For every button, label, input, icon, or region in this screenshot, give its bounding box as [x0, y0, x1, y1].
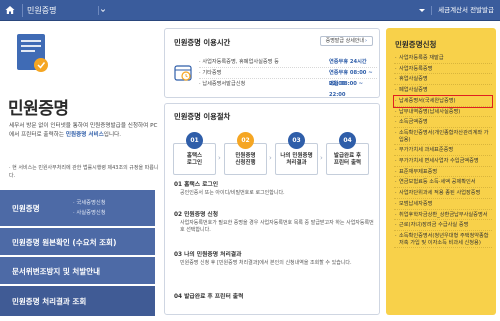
chevron-right-icon: › — [218, 154, 221, 162]
hours-value-label: 연중무휴 — [329, 70, 349, 76]
apply-list: 사업자등록증 재발급 사업자등록증명 휴업사실증명 폐업사실증명 납세증명서(국… — [393, 53, 493, 249]
procedure-detail: 01 홈택스 로그인 공인인증서 또는 아이디/비밀번호로 로그인합니다. — [174, 179, 374, 197]
hours-panel: 민원증명 이용시간 증명발급 상세안내› 사업자등록증명, 휴폐업사실증명 등 … — [164, 28, 380, 98]
intro-description: 세무서 방문 없이 인터넷을 통하여 민원증명발급을 신청하여 PC에서 프린터… — [9, 122, 159, 140]
apply-item[interactable]: 부가가치세 과세표준증명 — [394, 145, 492, 157]
detail-desc: 사업자등록번호가 필요한 증명을 경우 사업자등록번호 목록 중 발급받고자 하… — [180, 220, 374, 233]
detail-desc: 공인인증서 또는 아이디/비밀번호로 로그인합니다. — [180, 190, 285, 196]
procedure-detail: 04 발급완료 후 프린터 출력 — [174, 291, 374, 300]
apply-item[interactable]: 사업자등록증명 — [394, 64, 492, 75]
procedure-step: 02 민원증명 신청진행 — [224, 132, 267, 175]
procedure-detail: 02 민원증명 신청 사업자등록번호가 필요한 증명을 경우 사업자등록번호 목… — [174, 209, 374, 234]
step-line: 민원증명 — [235, 153, 256, 159]
divider — [431, 5, 433, 15]
hours-key: 기타증명 — [199, 68, 221, 79]
nav-item-forgery-prevention[interactable]: 문서위변조방지 및 처발안내 — [0, 257, 155, 284]
detail-desc: 민원증명 신청 후 [민원증명 처리결과]에서 본인의 신청내역을 조회할 수 … — [180, 260, 352, 266]
apply-item[interactable]: 부가가치세 면세사업자 수입금액증명 — [394, 156, 492, 167]
nav-item-original-check[interactable]: 민원증명 원본확인 (수요처 조회) — [0, 228, 155, 255]
nav-label: 민원증명 처리결과 조회 — [12, 297, 87, 306]
chevron-right-icon: › — [269, 154, 272, 162]
step-line: 프린터 출력 — [333, 160, 362, 166]
apply-item[interactable]: 모범납세자증명 — [394, 199, 492, 210]
certificate-document-icon — [17, 34, 48, 72]
hours-value-time: 24시간 — [349, 59, 367, 65]
page-title: 민원증명 — [8, 99, 69, 119]
step-number: 03 — [288, 132, 305, 149]
hours-list: 사업자등록증명, 휴폐업사실증명 등 연중무휴 24시간 기타증명 연중무휴 0… — [199, 57, 377, 98]
hours-value: 매일 08:00 ~ 22:00 — [329, 79, 377, 101]
apply-item[interactable]: 휴업사실증명 — [394, 74, 492, 86]
step-line: 처리결과 — [286, 160, 307, 166]
hours-key: 납세증명서발급신청 — [199, 79, 245, 90]
apply-item[interactable]: 취업후학자금상환_상환금납부사실증명서 — [394, 210, 492, 221]
procedure-step: 04 발급완료 후 프린터 출력 — [326, 132, 369, 175]
home-icon[interactable] — [5, 5, 15, 15]
step-line: 로그인 — [186, 160, 203, 166]
tax-invoice-link[interactable]: 세금계산서 전발발급 — [416, 5, 494, 16]
issue-detail-label: 증명발급 상세안내 — [325, 38, 364, 44]
nav-subitem-fact[interactable]: 사실증명신청 — [73, 208, 105, 218]
intro-text-end: 입니다. — [103, 132, 122, 138]
apply-item[interactable]: 연금보험료등 소득·세액 공제확인서 — [394, 177, 492, 189]
nav-item-result-inquiry[interactable]: 민원증명 처리결과 조회 — [0, 286, 155, 316]
nav-subitems: 국세증명신청 사실증명신청 — [73, 198, 105, 218]
apply-item-highlighted[interactable]: 납세증명서(국세완납증명) — [393, 94, 493, 108]
intro-highlight: 민원증명 서비스 — [65, 132, 104, 138]
step-line: 신청진행 — [235, 160, 256, 166]
arrow-right-icon: › — [365, 38, 367, 44]
hours-title: 민원증명 이용시간 — [174, 38, 231, 47]
nav-label: 문서위변조방지 및 처발안내 — [12, 267, 101, 276]
hours-value: 연중무휴 24시간 — [329, 57, 367, 68]
caret-down-icon — [418, 8, 425, 12]
tax-invoice-link-label: 세금계산서 전발발급 — [438, 6, 494, 14]
procedure-detail: 03 나의 민원증명 처리결과 민원증명 신청 후 [민원증명 처리결과]에서 … — [174, 249, 374, 267]
apply-item[interactable]: 소득확인증명서(개인종합자산관리계좌 가입용) — [394, 128, 492, 146]
nav-subitem-national-tax[interactable]: 국세증명신청 — [73, 198, 105, 208]
apply-item[interactable]: 소득금액증명 — [394, 117, 492, 128]
apply-title: 민원증명신청 — [395, 40, 437, 49]
apply-item[interactable]: 폐업사실증명 — [394, 85, 492, 96]
nav-label: 민원증명 — [12, 204, 40, 213]
procedure-title: 민원증명 이용절차 — [174, 112, 231, 121]
step-line: 홈택스 — [186, 153, 203, 159]
procedure-step: 03 나의 민원증명 처리결과 — [275, 132, 318, 175]
apply-item[interactable]: 근로(자녀)장려금 수급사실 증명 — [394, 220, 492, 231]
apply-item[interactable]: 사업자등록증 재발급 — [394, 53, 492, 64]
chevron-right-icon: › — [320, 154, 323, 162]
step-number: 01 — [186, 132, 203, 149]
breadcrumb-current[interactable]: 민원증명 — [22, 4, 60, 17]
detail-head: 04 발급완료 후 프린터 출력 — [174, 294, 244, 300]
hours-row: 납세증명서발급신청 매일 08:00 ~ 22:00 — [199, 79, 377, 98]
step-line: 발급완료 후 — [333, 153, 362, 159]
detail-head: 02 민원증명 신청 — [174, 212, 219, 218]
issue-detail-button[interactable]: 증명발급 상세안내› — [319, 36, 373, 46]
apply-item[interactable]: 사업자단위과세 적용 종된 사업장증명 — [394, 188, 492, 199]
apply-item[interactable]: 납부내역증명(납세사실증명) — [394, 107, 492, 118]
hours-value-label: 매일 — [329, 81, 339, 87]
top-bar: 민원증명 세금계산서 전발발급 — [0, 0, 500, 21]
apply-item[interactable]: 표준재무제표증명 — [394, 167, 492, 178]
hours-value-label: 연중무휴 — [329, 59, 349, 65]
nav-item-certificate[interactable]: 민원증명 국세증명신청 사실증명신청 — [0, 190, 155, 226]
procedure-step: 01 홈택스 로그인 — [173, 132, 216, 175]
hours-key: 사업자등록증명, 휴폐업사실증명 등 — [199, 57, 279, 68]
step-number: 02 — [237, 132, 254, 149]
hours-row: 사업자등록증명, 휴폐업사실증명 등 연중무휴 24시간 — [199, 57, 377, 68]
clock-calendar-icon — [174, 65, 192, 81]
nav-label: 민원증명 원본확인 (수요처 조회) — [12, 238, 117, 247]
hours-row: 기타증명 연중무휴 08:00 ~ 22:00 — [199, 68, 377, 87]
detail-head: 01 홈택스 로그인 — [174, 182, 219, 188]
step-number: 04 — [339, 132, 356, 149]
step-line: 나의 민원증명 — [280, 153, 313, 159]
detail-head: 03 나의 민원증명 처리결과 — [174, 252, 242, 258]
chevron-down-icon[interactable] — [98, 6, 107, 15]
law-note: · 현 서비스는 민원사무처리에 관한 법률시행령 제43조의 규정을 따릅니다… — [9, 165, 159, 179]
apply-item[interactable]: 소득확인증명서(청년우대형 주택청약종합저축 가입 및 이자소득 비과세 신청용… — [394, 231, 492, 249]
apply-panel: 민원증명신청 사업자등록증 재발급 사업자등록증명 휴업사실증명 폐업사실증명 … — [386, 28, 496, 315]
procedure-panel: 민원증명 이용절차 01 홈택스 로그인 › 02 민원증명 신청진행 › 03… — [164, 103, 380, 315]
